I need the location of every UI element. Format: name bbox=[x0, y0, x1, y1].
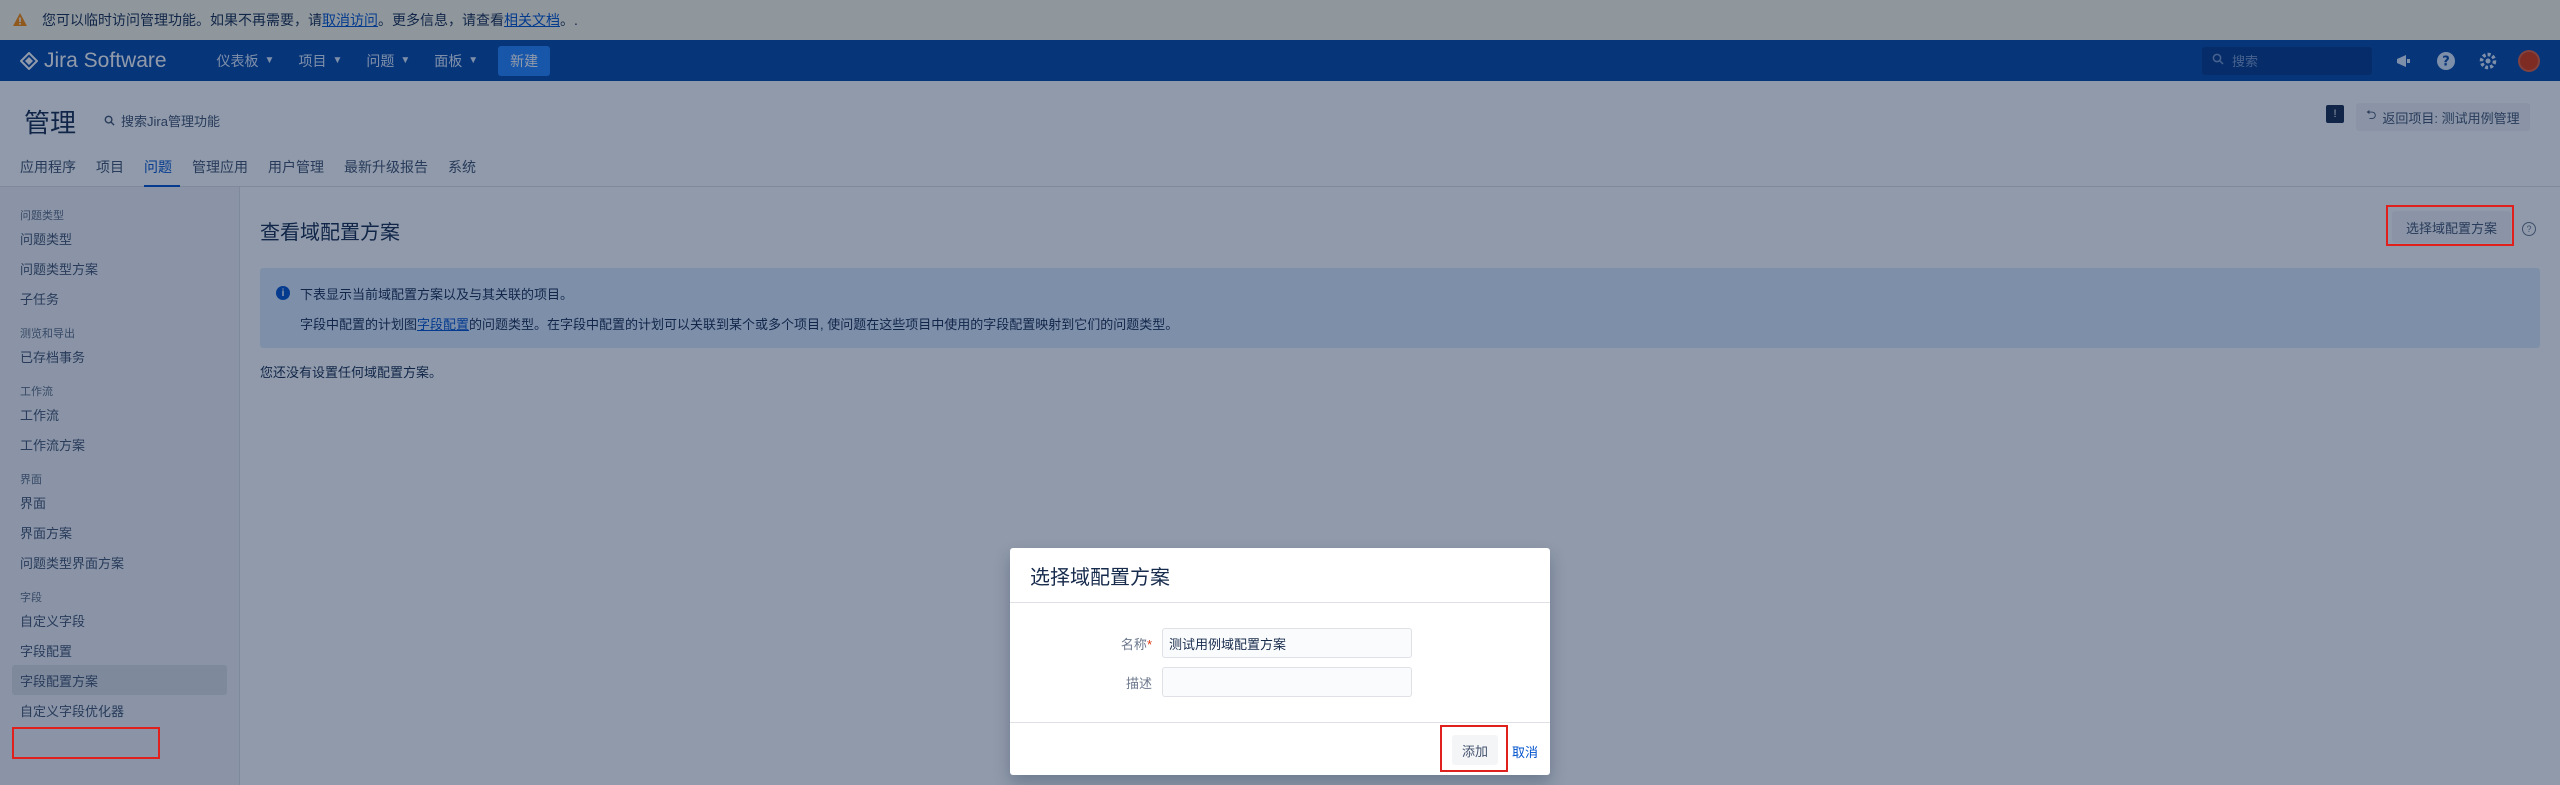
cancel-link[interactable]: 取消 bbox=[1512, 742, 1538, 761]
name-label: 名称* bbox=[1010, 634, 1162, 653]
required-marker: * bbox=[1146, 636, 1152, 652]
description-label: 描述 bbox=[1125, 675, 1152, 691]
name-label-text: 名称 bbox=[1120, 636, 1147, 652]
name-field[interactable]: 测试用例域配置方案 bbox=[1162, 628, 1412, 658]
highlight-add-button bbox=[1440, 725, 1508, 772]
name-row: 名称* 测试用例域配置方案 bbox=[1010, 628, 1412, 658]
highlight-sidebar-item bbox=[12, 727, 160, 759]
highlight-choose-button bbox=[2386, 205, 2514, 246]
dialog-title: 选择域配置方案 bbox=[1010, 548, 1550, 603]
description-field[interactable] bbox=[1162, 667, 1412, 697]
description-row: 描述 bbox=[1010, 667, 1412, 697]
